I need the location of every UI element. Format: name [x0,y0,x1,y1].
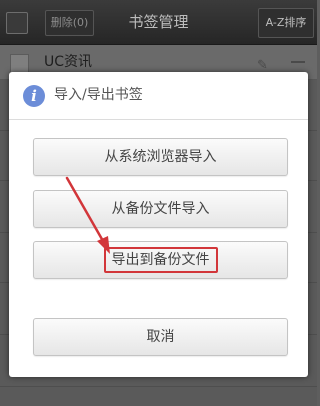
button-label: 导出到备份文件 [111,252,210,268]
pencil-icon[interactable]: ✎ [257,59,273,72]
dialog-title: 导入/导出书签 [54,87,143,103]
button-label: 从备份文件导入 [111,201,210,217]
import-from-system-browser-button[interactable]: 从系统浏览器导入 [33,138,288,176]
dialog-header: i 导入/导出书签 [9,72,308,120]
info-icon: i [23,85,45,107]
page-title: 书签管理 [128,13,189,31]
az-sort-button[interactable]: A-Z排序 [258,8,314,38]
button-label: 从系统浏览器导入 [104,149,217,165]
list-divider [0,386,317,387]
export-to-backup-button[interactable]: 导出到备份文件 [33,241,288,279]
select-all-checkbox[interactable] [6,12,28,34]
delete-button[interactable]: 删除(0) [45,10,94,36]
import-export-dialog: i 导入/导出书签 从系统浏览器导入 从备份文件导入 导出到备份文件 取消 [9,72,308,377]
annotation-highlight-box: 导出到备份文件 [103,247,218,273]
button-label: 取消 [146,329,175,345]
top-bar: 删除(0) 书签管理 A-Z排序 [0,0,317,45]
import-from-backup-button[interactable]: 从备份文件导入 [33,190,288,228]
cancel-button[interactable]: 取消 [33,318,288,356]
list-item-checkbox[interactable] [10,54,29,73]
